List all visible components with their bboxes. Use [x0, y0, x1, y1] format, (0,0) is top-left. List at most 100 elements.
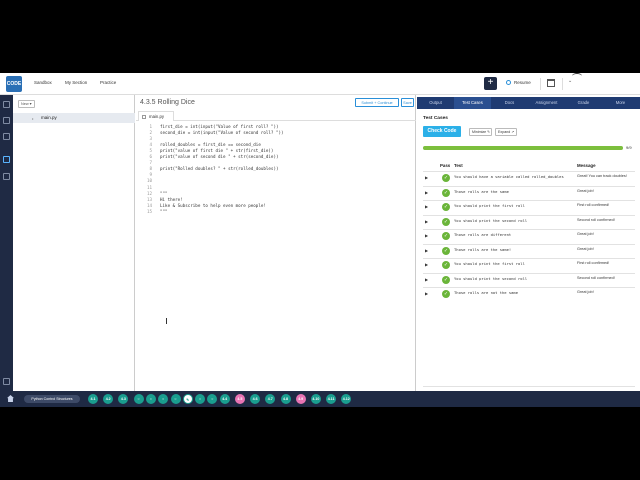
- lesson-crumb[interactable]: 4.2: [103, 394, 114, 404]
- chevron-right-icon[interactable]: ▶: [425, 204, 428, 209]
- test-row[interactable]: ▶ ✓ You should print the first roll First r…: [423, 200, 635, 215]
- editor-tab-main-py[interactable]: main.py: [138, 111, 174, 121]
- gear-icon[interactable]: [3, 173, 10, 180]
- test-row[interactable]: ▶ ✓ You should print the second roll Second…: [423, 214, 635, 230]
- chevron-right-icon[interactable]: ▶: [425, 190, 428, 195]
- lesson-crumb[interactable]: 4.9: [295, 394, 306, 404]
- test-message: Great! You can track doubles!: [577, 174, 627, 178]
- test-description: You should print the second roll: [454, 217, 528, 223]
- test-row[interactable]: ▶ ✓ Those rolls are not the same Great job!: [423, 287, 635, 302]
- chevron-right-icon[interactable]: ▶: [425, 233, 428, 238]
- line-number: 13: [146, 196, 152, 202]
- image-icon[interactable]: [3, 101, 10, 108]
- lesson-crumb[interactable]: 4.1: [88, 394, 98, 404]
- code-text: print("value of first die " + str(first_…: [160, 148, 274, 154]
- assignment-title: 4.3.5 Rolling Dice: [140, 99, 195, 106]
- right-tabs: Output Test Cases Docs Assignment Grade More: [417, 97, 640, 109]
- line-number: 5: [149, 148, 152, 154]
- file-item[interactable]: • main.py: [13, 113, 135, 123]
- chevron-right-icon[interactable]: ▶: [425, 248, 428, 253]
- activity-icon[interactable]: ○: [133, 394, 144, 404]
- add-button[interactable]: +: [484, 77, 497, 90]
- test-row[interactable]: ▶ ✓ You should have a variable called roll…: [423, 171, 635, 186]
- code-editor-panel: 4.3.5 Rolling Dice Submit + Continue Sav…: [136, 95, 416, 391]
- lesson-crumb[interactable]: 4.3: [118, 394, 129, 404]
- save-button[interactable]: Save: [401, 98, 414, 107]
- test-description: You should print the second roll: [454, 275, 528, 281]
- test-row[interactable]: ▶ ✓ You should print the second roll Second…: [423, 272, 635, 288]
- code-line[interactable]: 15 """: [136, 209, 416, 215]
- chevron-right-icon[interactable]: ▶: [425, 291, 428, 296]
- file-bullet-icon: •: [32, 116, 34, 121]
- test-row[interactable]: ▶ ✓ Those rolls are the same! Great job!: [423, 243, 635, 259]
- lesson-crumb[interactable]: 4.5: [234, 394, 245, 404]
- text-cursor: [166, 318, 167, 324]
- document-icon[interactable]: [3, 133, 10, 140]
- pass-header: Pass: [440, 163, 451, 168]
- line-number: 3: [149, 136, 152, 142]
- tab-test-cases[interactable]: Test Cases: [454, 97, 491, 109]
- lesson-crumb[interactable]: 4.8: [280, 394, 291, 404]
- home-icon[interactable]: [7, 395, 14, 402]
- avatar[interactable]: [572, 73, 582, 79]
- resume-button[interactable]: Resume: [506, 80, 531, 86]
- lesson-crumb[interactable]: 4.7: [265, 394, 276, 404]
- expand-button[interactable]: Expand ↗: [495, 128, 517, 136]
- activity-icon[interactable]: ○: [158, 394, 169, 404]
- check-circle-icon: ✓: [442, 246, 450, 255]
- check-code-button[interactable]: Check Code: [423, 126, 461, 137]
- activity-icon[interactable]: ○: [170, 394, 181, 404]
- code-area[interactable]: 1 first_die = int(input("Value of first r…: [136, 124, 416, 391]
- chevron-right-icon[interactable]: ▶: [425, 219, 428, 224]
- code-text: second_die = int(input("Value of second …: [160, 130, 284, 136]
- activity-icon[interactable]: ○: [207, 394, 218, 404]
- nav-my-section[interactable]: My Section: [65, 80, 87, 85]
- lesson-crumb[interactable]: 4.6: [250, 394, 261, 404]
- resume-label: Resume: [514, 80, 531, 85]
- test-message: First roll confirmed!: [577, 203, 610, 207]
- nav-practice[interactable]: Practice: [100, 80, 116, 85]
- files-icon[interactable]: [3, 156, 10, 163]
- tab-output[interactable]: Output: [417, 97, 454, 109]
- unit-label[interactable]: Python Control Structures: [24, 395, 80, 403]
- tab-docs[interactable]: Docs: [491, 97, 528, 109]
- test-row[interactable]: ▶ ✓ You should print the first roll First r…: [423, 258, 635, 273]
- panel-toggle-icon[interactable]: [3, 378, 10, 385]
- calendar-icon[interactable]: [547, 79, 555, 87]
- lesson-crumb[interactable]: 4.4: [219, 394, 230, 404]
- tab-grade[interactable]: Grade: [565, 97, 602, 109]
- progress-count: 9/9: [626, 145, 632, 150]
- activity-icon[interactable]: ○: [195, 394, 206, 404]
- new-label: New: [21, 102, 29, 106]
- chevron-right-icon[interactable]: ▶: [425, 262, 428, 267]
- submit-continue-button[interactable]: Submit + Continue: [355, 98, 399, 107]
- line-number: 10: [146, 178, 152, 184]
- file-panel: New ▾ • main.py: [13, 95, 135, 391]
- codehs-logo[interactable]: CODE: [6, 76, 22, 92]
- check-circle-icon: ✓: [442, 217, 450, 226]
- minimize-button[interactable]: Minimize ✎: [469, 128, 492, 136]
- test-row[interactable]: ▶ ✓ Those rolls are different Great job!: [423, 229, 635, 244]
- lesson-crumb[interactable]: 4.12: [341, 394, 352, 404]
- lesson-crumb[interactable]: 4.10: [310, 394, 321, 404]
- code-text: rolled_doubles = first_die == second_die: [160, 142, 261, 148]
- history-icon[interactable]: [3, 117, 10, 124]
- code-text: print("Rolled doubles? " + str(rolled_do…: [160, 166, 279, 172]
- divider: [423, 386, 635, 387]
- new-file-dropdown[interactable]: New ▾: [18, 100, 35, 108]
- tab-assignment[interactable]: Assignment: [528, 97, 565, 109]
- lesson-crumb[interactable]: 4.11: [326, 394, 337, 404]
- activity-icon[interactable]: ○: [145, 394, 156, 404]
- chevron-down-icon[interactable]: ⌄: [568, 78, 572, 84]
- chevron-right-icon[interactable]: ▶: [425, 277, 428, 282]
- chevron-right-icon[interactable]: ▶: [425, 175, 428, 180]
- test-row[interactable]: ▶ ✓ Those rolls are the same Great job!: [423, 185, 635, 201]
- minimize-label: Minimize: [472, 130, 487, 134]
- nav-sandbox[interactable]: Sandbox: [34, 80, 52, 85]
- current-activity-icon[interactable]: ✎: [182, 394, 193, 404]
- line-number: 12: [146, 190, 152, 196]
- line-number: 1: [149, 124, 152, 129]
- tab-more[interactable]: More: [602, 97, 639, 109]
- progress-bar: [423, 146, 623, 150]
- line-number: 7: [149, 160, 152, 166]
